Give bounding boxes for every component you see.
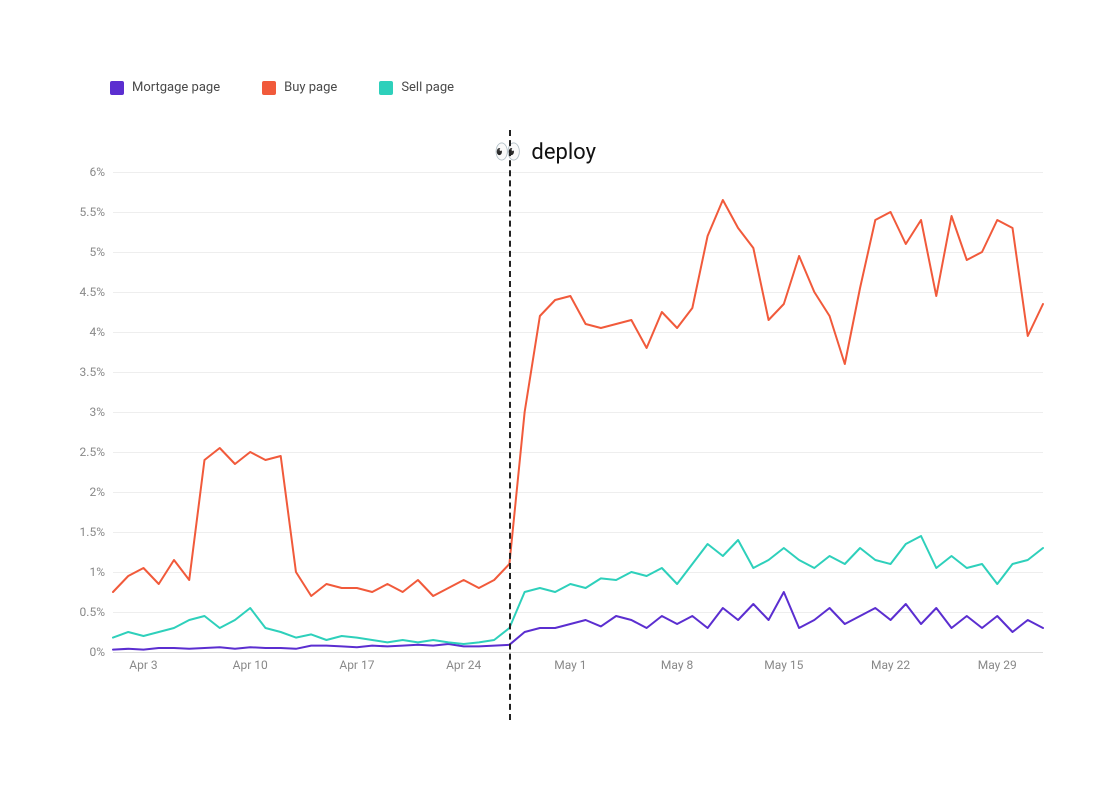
y-tick-label: 4.5% bbox=[80, 285, 105, 299]
series-line bbox=[113, 592, 1043, 650]
y-tick-label: 2% bbox=[89, 485, 105, 499]
y-tick-label: 4% bbox=[89, 325, 105, 339]
legend-label: Buy page bbox=[284, 80, 337, 95]
series-line bbox=[113, 536, 1043, 644]
x-tick-label: Apr 24 bbox=[446, 658, 481, 672]
y-tick-label: 5.5% bbox=[80, 205, 105, 219]
legend-label: Mortgage page bbox=[132, 80, 220, 95]
y-tick-label: 1% bbox=[89, 565, 105, 579]
chart-canvas: { "legend": { "items": [ { "label": "Mor… bbox=[0, 0, 1100, 800]
x-tick-label: Apr 3 bbox=[129, 658, 157, 672]
x-tick-label: Apr 17 bbox=[339, 658, 374, 672]
legend-item-buy: Buy page bbox=[262, 80, 337, 95]
y-tick-label: 0% bbox=[89, 645, 105, 659]
x-tick-label: May 29 bbox=[978, 658, 1017, 672]
x-tick-label: May 15 bbox=[764, 658, 803, 672]
legend-swatch bbox=[379, 81, 393, 95]
plot-area: 0%0.5%1%1.5%2%2.5%3%3.5%4%4.5%5%5.5%6%Ap… bbox=[113, 172, 1043, 652]
legend-label: Sell page bbox=[401, 80, 454, 95]
y-tick-label: 3% bbox=[89, 405, 105, 419]
annotation-text: deploy bbox=[531, 140, 596, 165]
y-tick-label: 3.5% bbox=[80, 365, 105, 379]
legend-item-mortgage: Mortgage page bbox=[110, 80, 220, 95]
x-tick-label: Apr 10 bbox=[233, 658, 268, 672]
x-tick-label: May 22 bbox=[871, 658, 910, 672]
legend-item-sell: Sell page bbox=[379, 80, 454, 95]
y-tick-label: 6% bbox=[89, 165, 105, 179]
legend-swatch bbox=[110, 81, 124, 95]
eyes-icon: 👀 bbox=[494, 140, 521, 165]
x-tick-label: May 1 bbox=[554, 658, 586, 672]
legend: Mortgage page Buy page Sell page bbox=[110, 80, 454, 95]
deploy-marker-line bbox=[509, 130, 511, 720]
legend-swatch bbox=[262, 81, 276, 95]
y-tick-label: 2.5% bbox=[80, 445, 105, 459]
y-tick-label: 0.5% bbox=[80, 605, 105, 619]
y-tick-label: 5% bbox=[89, 245, 105, 259]
gridline bbox=[113, 652, 1043, 653]
x-tick-label: May 8 bbox=[661, 658, 693, 672]
series-line bbox=[113, 200, 1043, 596]
series-svg bbox=[113, 172, 1043, 652]
y-tick-label: 1.5% bbox=[80, 525, 105, 539]
